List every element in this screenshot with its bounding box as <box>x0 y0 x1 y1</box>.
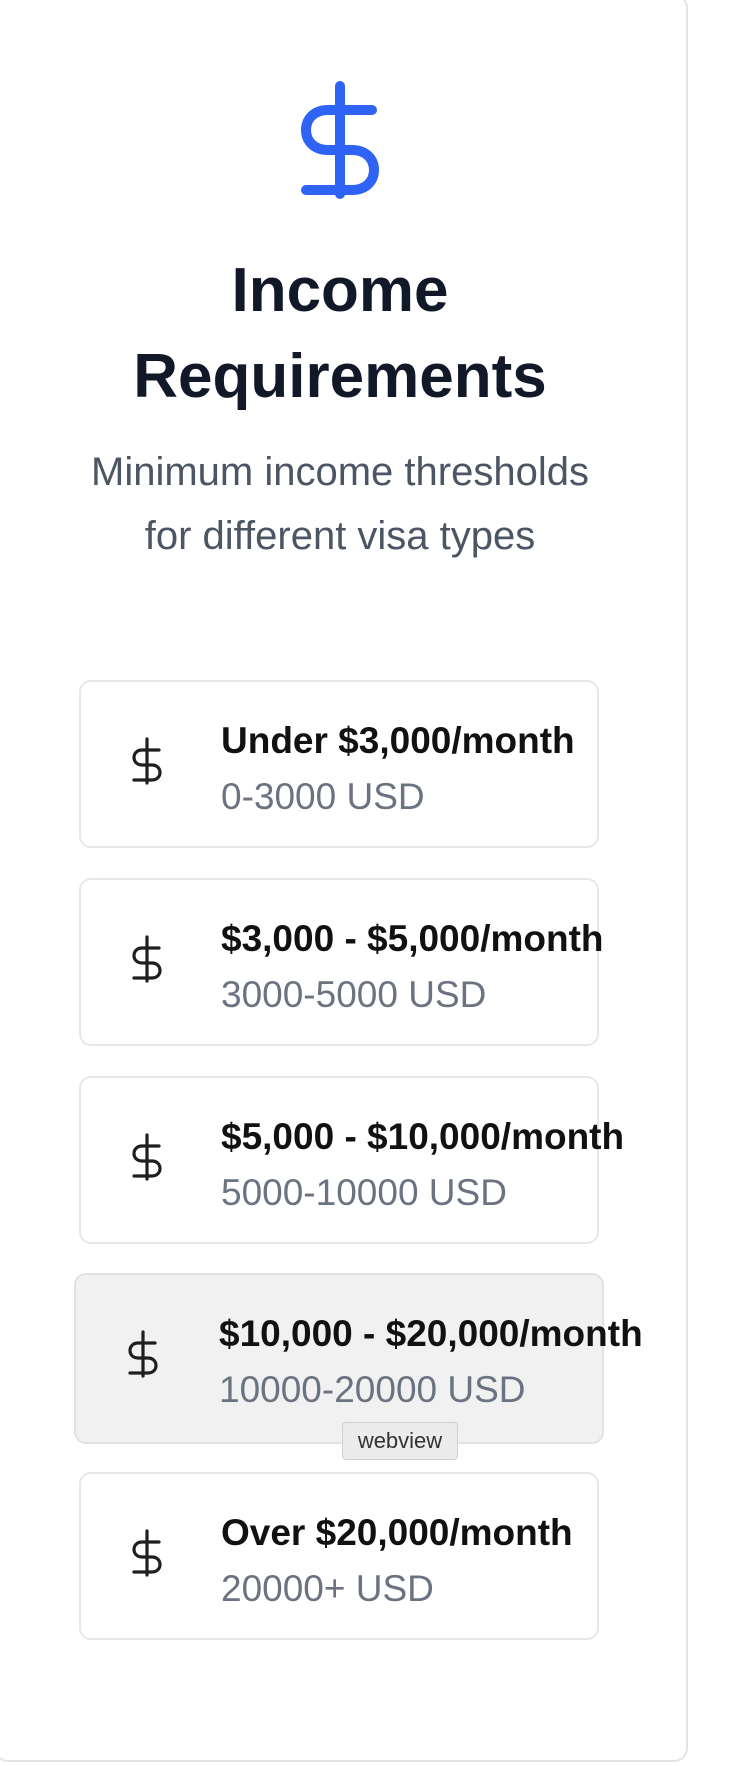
income-option-5000-10000[interactable]: $5,000 - $10,000/month 5000-10000 USD <box>79 1076 624 1244</box>
income-option-10000-20000[interactable]: $10,000 - $20,000/month 10000-20000 USD <box>74 1273 643 1444</box>
dollar-sign-icon <box>132 737 162 785</box>
dollar-sign-icon <box>132 1133 162 1181</box>
income-option-under-3000[interactable]: Under $3,000/month 0-3000 USD <box>79 680 599 848</box>
option-range: 20000+ USD <box>221 1568 434 1609</box>
option-label: $5,000 - $10,000/month <box>221 1116 625 1157</box>
dollar-sign-icon <box>132 935 162 983</box>
dollar-sign-icon <box>301 81 379 199</box>
option-range: 5000-10000 USD <box>221 1172 507 1213</box>
option-label: $10,000 - $20,000/month <box>219 1313 643 1354</box>
dollar-sign-icon <box>132 1529 162 1577</box>
option-range: 0-3000 USD <box>221 776 425 817</box>
option-label: Over $20,000/month <box>221 1512 573 1553</box>
page-title: Income Requirements <box>133 256 547 411</box>
option-range: 10000-20000 USD <box>219 1369 526 1410</box>
option-range: 3000-5000 USD <box>221 974 487 1015</box>
option-label: Under $3,000/month <box>221 720 575 761</box>
income-option-over-20000[interactable]: Over $20,000/month 20000+ USD <box>79 1472 599 1640</box>
page-subtitle: Minimum income thresholds for different … <box>91 450 589 558</box>
dollar-sign-icon <box>128 1330 158 1378</box>
webview-tooltip: webview <box>342 1422 458 1460</box>
income-option-3000-5000[interactable]: $3,000 - $5,000/month 3000-5000 USD <box>79 878 604 1046</box>
option-label: $3,000 - $5,000/month <box>221 918 604 959</box>
